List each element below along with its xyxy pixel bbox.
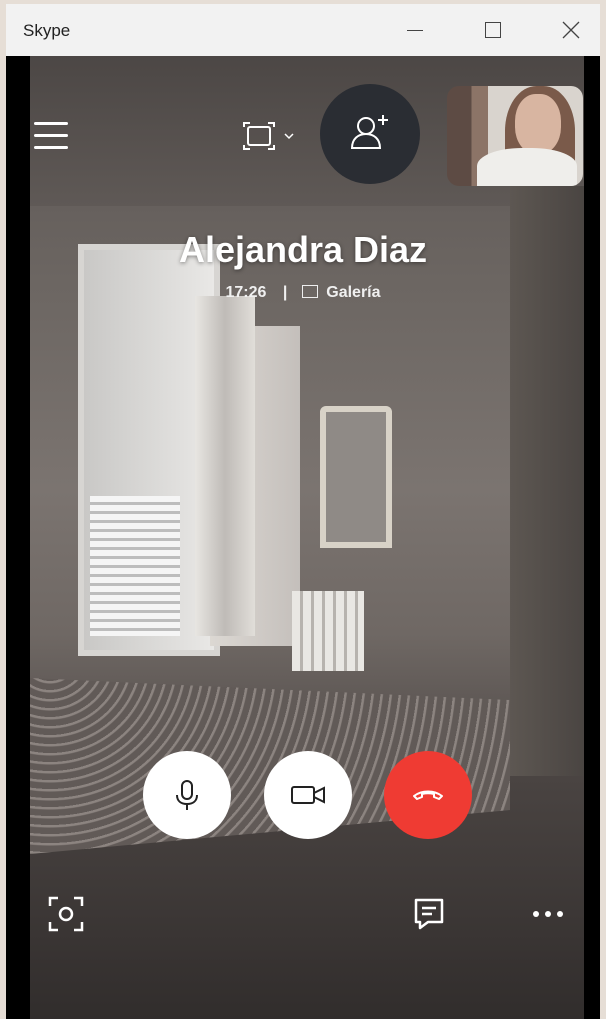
video-toggle-button[interactable] [264,751,352,839]
call-duration: 17:26 [225,284,267,301]
more-icon [533,911,563,917]
call-info: 17:26 | Galería [6,284,600,302]
contact-name: Alejandra Diaz [178,229,428,270]
separator: | [282,284,288,301]
view-switch-icon [243,122,294,150]
skype-window: Skype Alejandra Diaz 17:26 | Galería [6,4,600,1019]
maximize-icon [485,22,501,38]
close-icon [562,21,580,39]
minimize-button[interactable] [376,4,454,56]
video-camera-icon [291,786,325,804]
maximize-button[interactable] [454,4,532,56]
snapshot-icon [48,896,84,932]
chat-icon [414,898,444,930]
add-people-button[interactable] [320,84,420,184]
remote-video [30,56,584,1019]
window-title: Skype [23,21,71,40]
gallery-icon [301,285,318,298]
self-video-preview[interactable] [447,86,583,186]
end-call-button[interactable] [384,751,472,839]
title-bar: Skype [6,4,600,56]
more-options-button[interactable] [530,904,570,924]
mute-button[interactable] [143,751,231,839]
hamburger-menu-button[interactable] [34,120,70,152]
gallery-label[interactable]: Galería [326,284,380,301]
minimize-icon [407,29,423,31]
close-button[interactable] [532,4,606,56]
chat-button[interactable] [410,894,450,934]
view-switch-button[interactable] [242,120,304,154]
snapshot-button[interactable] [46,894,86,934]
end-call-icon [413,790,443,800]
microphone-icon [176,780,198,810]
add-person-icon [350,115,388,149]
